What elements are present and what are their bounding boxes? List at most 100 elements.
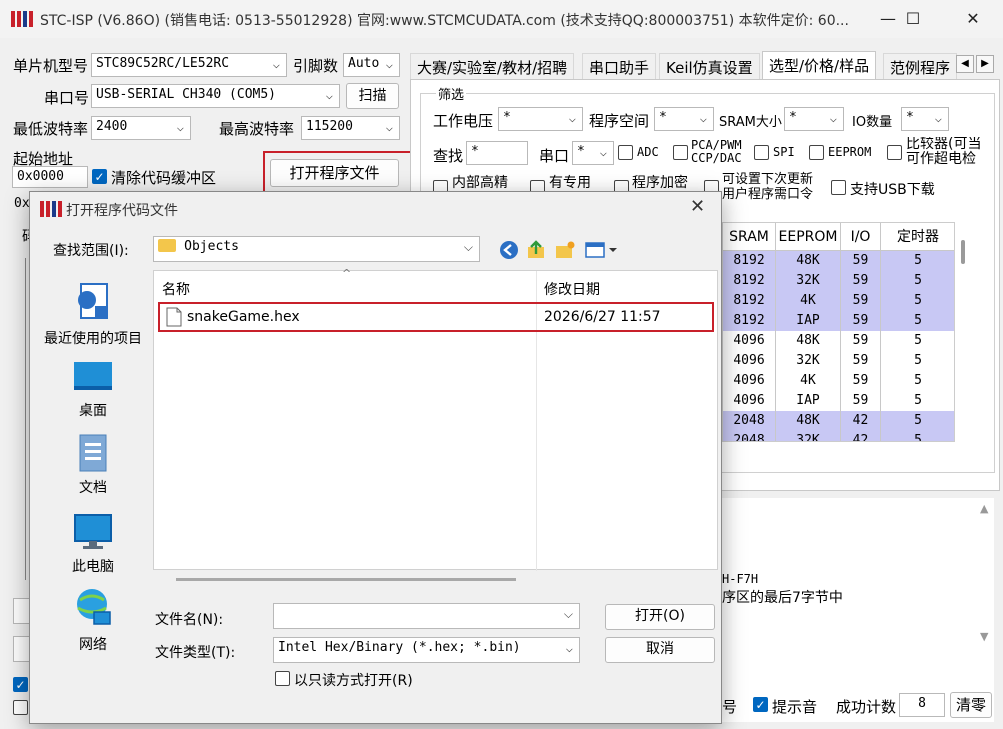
max-baud-select[interactable]: 115200 ⌵ [301,116,400,140]
pca-checkbox[interactable] [673,145,688,160]
table-cell: 5 [881,371,954,391]
table-cell: 48K [776,411,841,431]
maximize-button[interactable]: ☐ [890,6,936,32]
beep-label: 提示音 [772,698,818,716]
file-type-select[interactable]: Intel Hex/Binary (*.hex; *.bin) ⌵ [273,637,580,663]
comparator-checkbox[interactable] [887,145,902,160]
column-header-name[interactable]: 名称 [162,279,190,299]
clear-buffer-checkbox[interactable]: ✓ [92,169,107,184]
view-menu-icon[interactable] [584,240,620,260]
table-cell: 48K [776,331,841,351]
place-this-pc[interactable]: 此电脑 [37,512,149,576]
table-cell: 4096 [723,391,776,411]
clear-count-button[interactable]: 清零 [950,692,992,718]
update-password-line2: 用户程序需口令 [722,187,814,202]
start-address-input[interactable]: 0x0000 [12,166,88,188]
tab-scroll-right-icon[interactable]: ▶ [976,55,994,73]
spi-checkbox[interactable] [754,145,769,160]
tab-keil-settings[interactable]: Keil仿真设置 [659,53,760,79]
min-baud-select[interactable]: 2400 ⌵ [91,116,191,140]
place-documents[interactable]: 文档 [37,433,149,497]
table-header-cell[interactable]: I/O [841,223,881,251]
min-baud-label: 最低波特率 [13,120,89,138]
mcu-model-select[interactable]: STC89C52RC/LE52RC ⌵ [91,53,287,77]
table-cell: 42 [841,431,881,441]
info-scroll-up-icon[interactable]: ▲ [980,502,988,515]
cancel-button[interactable]: 取消 [605,637,715,663]
dialog-close-button[interactable]: ✕ [690,196,705,217]
readonly-checkbox[interactable] [275,671,290,686]
table-cell: 59 [841,351,881,371]
eeprom-label: EEPROM [828,145,872,159]
place-recent-label: 最近使用的项目 [44,331,142,347]
comparator-label-line1: 比较器(可当 [906,137,982,152]
io-count-value: * [906,110,914,125]
voltage-select[interactable]: * ⌵ [498,107,583,131]
tab-examples[interactable]: 范例程序 [883,53,958,79]
info-area [722,498,994,722]
eeprom-checkbox[interactable] [809,145,824,160]
uart-select[interactable]: * ⌵ [572,141,614,165]
table-cell: 4096 [723,331,776,351]
table-cell: 8192 [723,291,776,311]
success-count-value: 8 [899,693,945,717]
chevron-down-icon: ⌵ [385,57,393,71]
back-icon[interactable] [498,240,520,260]
look-in-select[interactable]: Objects ⌵ [153,236,480,262]
pin-count-select[interactable]: Auto ⌵ [343,53,400,77]
hidden-checkbox-1[interactable]: ✓ [13,677,28,692]
place-desktop[interactable]: 桌面 [37,358,149,420]
serial-port-select[interactable]: USB-SERIAL CH340 (COM5) ⌵ [91,84,340,108]
beep-checkbox[interactable]: ✓ [753,697,768,712]
tab-selection-price[interactable]: 选型/价格/样品 [762,51,877,79]
find-input[interactable]: * [466,141,528,165]
sram-size-select[interactable]: * ⌵ [784,107,844,131]
pca-label: PCA/PWM CCP/DAC [691,139,742,165]
file-name-label: 文件名(N): [155,612,224,628]
tab-scroll-left-icon[interactable]: ◀ [956,55,974,73]
hidden-checkbox-2[interactable] [13,700,28,715]
flash-size-select[interactable]: * ⌵ [654,107,714,131]
table-cell: 2048 [723,411,776,431]
max-baud-label: 最高波特率 [219,120,295,138]
table-cell: 59 [841,291,881,311]
column-header-date[interactable]: 修改日期 [544,279,600,299]
file-name-input[interactable]: ⌵ [273,603,580,629]
open-button[interactable]: 打开(O) [605,604,715,630]
table-cell: 5 [881,351,954,371]
table-header-cell[interactable]: EEPROM [776,223,841,251]
dialog-title: 打开程序代码文件 [66,203,178,219]
up-folder-icon[interactable] [526,240,548,260]
close-button[interactable]: ✕ [950,6,996,32]
place-network-label: 网络 [79,637,107,653]
file-list-hscrollbar[interactable] [176,578,516,581]
stc-logo-icon [40,201,62,217]
place-recent[interactable]: 最近使用的项目 [37,280,149,348]
scan-button[interactable]: 扫描 [346,83,399,109]
place-network[interactable]: 网络 [37,586,149,654]
pin-count-label: 引脚数 [293,57,339,75]
new-folder-icon[interactable] [554,240,576,260]
find-label: 查找 [433,147,464,165]
uart-value: * [577,144,585,159]
io-count-select[interactable]: * ⌵ [901,107,949,131]
readonly-label: 以只读方式打开(R) [294,673,413,689]
open-program-file-button[interactable]: 打开程序文件 [270,159,399,187]
table-cell: 5 [881,331,954,351]
table-cell: 32K [776,271,841,291]
table-cell: IAP [776,311,841,331]
table-scrollbar-thumb[interactable] [961,240,965,264]
pin-count-value: Auto [348,56,380,71]
comparator-label-line2: 可作超电检 [906,151,976,167]
table-cell: 59 [841,391,881,411]
file-row[interactable]: snakeGame.hex 2026/6/27 11:57 [158,302,714,332]
flash-size-label: 程序空间 [589,112,650,130]
adc-checkbox[interactable] [618,145,633,160]
tab-serial-assistant[interactable]: 串口助手 [582,53,657,79]
desktop-icon [74,362,112,390]
tab-contest[interactable]: 大赛/实验室/教材/招聘 [410,53,575,79]
table-header-cell[interactable]: SRAM [723,223,776,251]
info-scroll-down-icon[interactable]: ▼ [980,630,988,643]
usb-download-checkbox[interactable] [831,180,846,195]
table-header-cell[interactable]: 定时器 [881,223,954,251]
